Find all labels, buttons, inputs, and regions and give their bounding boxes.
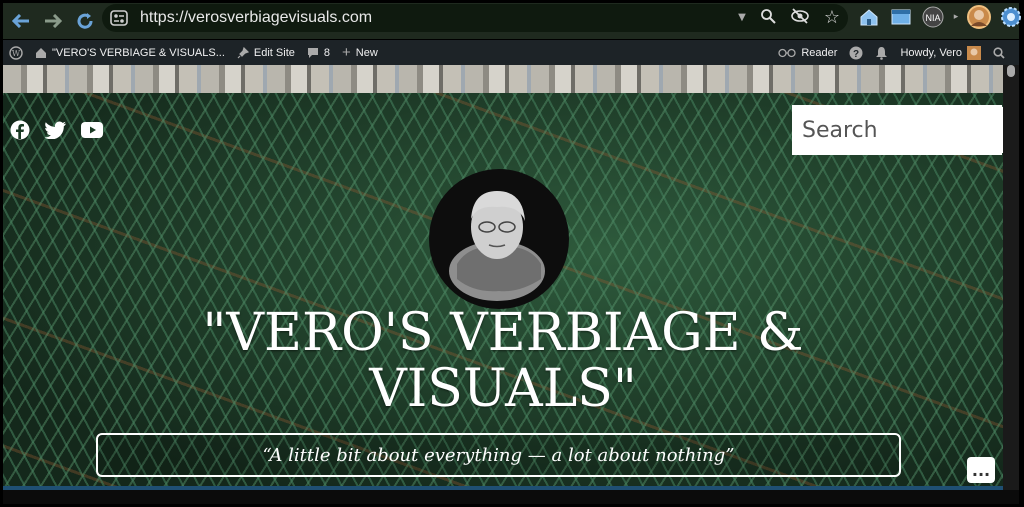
page-scrollbar[interactable] [1003, 65, 1019, 490]
zoom-icon[interactable] [760, 8, 776, 28]
plus-icon: + [342, 44, 351, 61]
expand-icon[interactable]: ▸ [952, 4, 960, 30]
rock-banner-image [3, 65, 1003, 93]
edit-site-link[interactable]: Edit Site [231, 40, 301, 65]
edit-site-label: Edit Site [253, 46, 295, 59]
forward-icon [45, 14, 62, 28]
page-viewport: "VERO'S VERBIAGE & VISUALS" “A little bi… [3, 65, 1003, 490]
forward-button[interactable] [39, 7, 67, 35]
star-icon[interactable]: ☆ [824, 7, 840, 28]
wp-admin-bar: W "VERO'S VERBIAGE & VISUALS... Edit Sit… [3, 40, 1019, 65]
home-icon [36, 47, 46, 58]
account-menu[interactable]: Howdy, Vero [894, 40, 987, 65]
tab-icon[interactable] [888, 4, 914, 30]
glasses-icon [778, 48, 797, 57]
pushpin-icon [237, 46, 249, 58]
home-icon[interactable] [856, 4, 882, 30]
reader-link[interactable]: Reader [772, 40, 843, 65]
comment-icon [307, 47, 318, 58]
profile-avatar[interactable] [966, 4, 992, 30]
new-content-menu[interactable]: + New [336, 40, 384, 65]
comments-link[interactable]: 8 [301, 40, 336, 65]
svg-text:?: ? [853, 49, 859, 60]
youtube-icon[interactable] [81, 119, 103, 141]
svg-text:W: W [12, 49, 21, 58]
extension-icon[interactable]: NIA [920, 4, 946, 30]
site-title[interactable]: "VERO'S VERBIAGE & VISUALS" [123, 305, 883, 417]
reload-button[interactable] [71, 7, 99, 35]
social-links [9, 119, 103, 141]
site-logo-avatar[interactable] [429, 169, 569, 309]
scrollbar-thumb[interactable] [1007, 65, 1015, 77]
notifications-button[interactable] [869, 40, 894, 65]
howdy-label: Howdy, Vero [900, 46, 962, 59]
facebook-icon[interactable] [9, 119, 31, 141]
site-info-icon[interactable] [106, 7, 132, 29]
search-form [792, 105, 1003, 155]
comments-count: 8 [323, 46, 330, 59]
dropdown-icon[interactable]: ▼ [738, 12, 746, 23]
wordpress-icon: W [9, 45, 23, 60]
back-button[interactable] [7, 7, 35, 35]
help-button[interactable]: ? [843, 40, 869, 65]
reload-icon [77, 13, 93, 29]
new-label: New [355, 46, 378, 59]
admin-search-button[interactable] [987, 40, 1011, 65]
back-icon [12, 14, 29, 28]
gear-icon[interactable] [998, 4, 1024, 30]
reader-label: Reader [801, 46, 838, 59]
bell-icon [876, 46, 888, 60]
search-icon [993, 46, 1005, 59]
site-name-label: "VERO'S VERBIAGE & VISUALS... [52, 46, 225, 59]
help-icon: ? [849, 46, 863, 60]
extensions-area: NIA ▸ [856, 4, 1024, 30]
wp-logo-menu[interactable]: W [3, 40, 29, 65]
more-options-button[interactable]: ... [967, 457, 995, 483]
site-name-menu[interactable]: "VERO'S VERBIAGE & VISUALS... [29, 40, 231, 65]
site-tagline: “A little bit about everything — a lot a… [96, 433, 901, 477]
svg-text:NIA: NIA [925, 13, 940, 23]
eye-slash-icon[interactable] [790, 7, 810, 28]
user-avatar-icon [967, 45, 981, 60]
twitter-icon[interactable] [45, 119, 67, 141]
window-bottom-edge [3, 490, 1019, 504]
address-bar[interactable]: https://verosverbiagevisuals.com ▼ ☆ [102, 4, 848, 32]
url-text[interactable]: https://verosverbiagevisuals.com [140, 9, 372, 27]
search-input[interactable] [794, 107, 1003, 153]
